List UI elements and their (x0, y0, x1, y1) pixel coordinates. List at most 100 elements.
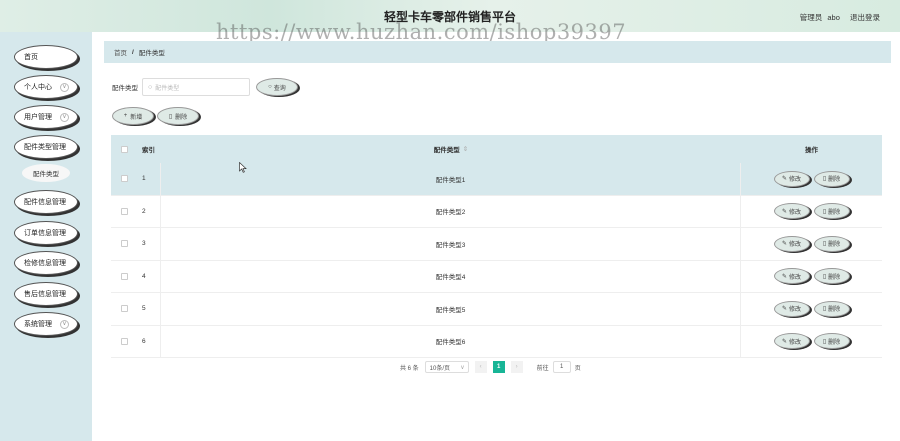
row-index: 5 (137, 293, 161, 325)
delete-button[interactable]: ▯ 删除 (813, 203, 850, 220)
delete-button[interactable]: ▯ 删除 (813, 333, 850, 350)
sidebar-item-after-sales[interactable]: 售后信息管理 (14, 282, 78, 306)
row-index: 4 (137, 260, 161, 292)
table-row[interactable]: 4 配件类型4 ✎ 修改 ▯ 删除 (111, 260, 882, 293)
sidebar-item-part-info[interactable]: 配件信息管理 (14, 190, 78, 214)
sidebar-item-system[interactable]: 系统管理 ∨ (14, 312, 78, 336)
search-bar: 配件类型 ○ 配件类型 ○ 查询 (112, 78, 298, 96)
search-label: 配件类型 (112, 85, 138, 92)
edit-icon: ✎ (781, 273, 787, 280)
row-ops: ✎ 修改 ▯ 删除 (741, 300, 882, 317)
sidebar-item-home[interactable]: 首页 (14, 45, 78, 69)
edit-button-label: 修改 (789, 307, 802, 314)
search-button[interactable]: ○ 查询 (256, 78, 298, 96)
row-checkbox-cell (111, 337, 137, 345)
row-checkbox[interactable] (120, 207, 128, 215)
row-checkbox[interactable] (120, 305, 128, 313)
edit-button-label: 修改 (789, 339, 802, 346)
edit-button[interactable]: ✎ 修改 (773, 333, 810, 350)
edit-button[interactable]: ✎ 修改 (773, 203, 810, 220)
edit-icon: ✎ (781, 306, 787, 313)
trash-icon: ▯ (168, 113, 173, 120)
row-checkbox-cell (111, 240, 137, 248)
sidebar-item-maintenance[interactable]: 检修信息管理 (14, 251, 78, 275)
row-type: 配件类型1 (161, 163, 741, 195)
page-number[interactable]: 1 (492, 361, 505, 373)
search-input[interactable]: ○ 配件类型 (142, 78, 250, 96)
edit-button[interactable]: ✎ 修改 (773, 235, 810, 252)
edit-button[interactable]: ✎ 修改 (773, 268, 810, 285)
sidebar-item-label: 订单信息管理 (24, 230, 66, 237)
row-ops: ✎ 修改 ▯ 删除 (741, 203, 882, 220)
edit-button[interactable]: ✎ 修改 (773, 300, 810, 317)
row-type: 配件类型6 (161, 325, 741, 357)
edit-icon: ✎ (781, 338, 787, 345)
select-all-checkbox[interactable] (120, 145, 128, 153)
delete-button[interactable]: ▯ 删除 (813, 235, 850, 252)
batch-delete-button[interactable]: ▯ 删除 (157, 107, 199, 125)
header-ops: 操作 (805, 147, 818, 154)
header-type-label: 配件类型 (433, 147, 460, 154)
add-button[interactable]: + 新增 (112, 107, 154, 125)
table-row[interactable]: 2 配件类型2 ✎ 修改 ▯ 删除 (111, 195, 882, 228)
delete-button[interactable]: ▯ 删除 (813, 170, 850, 187)
row-checkbox-cell (111, 272, 137, 280)
search-icon: ○ (148, 83, 153, 91)
table-row[interactable]: 6 配件类型6 ✎ 修改 ▯ 删除 (111, 325, 882, 358)
row-index: 6 (137, 325, 161, 357)
user-area: 管理员 abo 退出登录 (792, 12, 880, 23)
row-checkbox[interactable] (120, 272, 128, 280)
sort-icon[interactable]: ⇕ (463, 145, 468, 153)
row-index: 2 (137, 195, 161, 227)
user-role: 管理员 (799, 13, 823, 22)
edit-icon: ✎ (781, 176, 787, 183)
edit-icon: ✎ (781, 208, 787, 215)
breadcrumb-separator: / (132, 48, 134, 56)
user-name: abo (827, 13, 840, 22)
delete-button-label: 删除 (175, 114, 188, 121)
sidebar-item-profile[interactable]: 个人中心 ∨ (14, 75, 78, 99)
header-index: 索引 (142, 147, 155, 154)
goto-page-input[interactable]: 1 (552, 361, 571, 373)
edit-button[interactable]: ✎ 修改 (773, 170, 810, 187)
sidebar-item-orders[interactable]: 订单信息管理 (14, 221, 78, 245)
sidebar-item-part-types[interactable]: 配件类型管理 (14, 135, 78, 159)
table-row[interactable]: 3 配件类型3 ✎ 修改 ▯ 删除 (111, 228, 882, 261)
mouse-cursor-icon (239, 162, 247, 173)
delete-button-label: 删除 (828, 339, 841, 346)
delete-button[interactable]: ▯ 删除 (813, 300, 850, 317)
edit-button-label: 修改 (789, 177, 802, 184)
sidebar-item-label: 配件信息管理 (24, 199, 66, 206)
edit-button-label: 修改 (789, 209, 802, 216)
chevron-right-icon: › (515, 364, 518, 370)
trash-icon: ▯ (822, 208, 827, 215)
app-header: 轻型卡车零部件销售平台 https://www.huzhan.com/ishop… (0, 0, 900, 44)
row-type: 配件类型2 (161, 195, 741, 227)
table-row[interactable]: 1 配件类型1 ✎ 修改 ▯ 删除 (111, 163, 882, 196)
header-type[interactable]: 配件类型 ⇕ (161, 135, 741, 163)
row-checkbox-cell (111, 305, 137, 313)
goto-unit: 页 (574, 365, 581, 372)
search-placeholder: 配件类型 (155, 85, 180, 92)
delete-button[interactable]: ▯ 删除 (813, 268, 850, 285)
trash-icon: ▯ (822, 273, 827, 280)
pagination-total: 共 6 条 (400, 365, 419, 372)
prev-page-button[interactable]: ‹ (474, 361, 487, 373)
trash-icon: ▯ (822, 306, 827, 313)
row-type: 配件类型5 (161, 293, 741, 325)
page-size-select[interactable]: 10条/页 ∨ (424, 361, 469, 373)
next-page-button[interactable]: › (510, 361, 523, 373)
row-checkbox[interactable] (120, 240, 128, 248)
sidebar-subitem-part-type[interactable]: 配件类型 (22, 164, 70, 182)
breadcrumb-home[interactable]: 首页 (114, 47, 127, 57)
logout-link[interactable]: 退出登录 (850, 13, 880, 22)
chevron-left-icon: ‹ (479, 364, 482, 370)
breadcrumb-current: 配件类型 (138, 50, 165, 57)
goto-label: 前往 (536, 365, 549, 372)
row-checkbox[interactable] (120, 337, 128, 345)
table-row[interactable]: 5 配件类型5 ✎ 修改 ▯ 删除 (111, 293, 882, 326)
sidebar-item-users[interactable]: 用户管理 ∨ (14, 105, 78, 129)
edit-button-label: 修改 (789, 274, 802, 281)
row-checkbox[interactable] (120, 175, 128, 183)
delete-button-label: 删除 (828, 242, 841, 249)
